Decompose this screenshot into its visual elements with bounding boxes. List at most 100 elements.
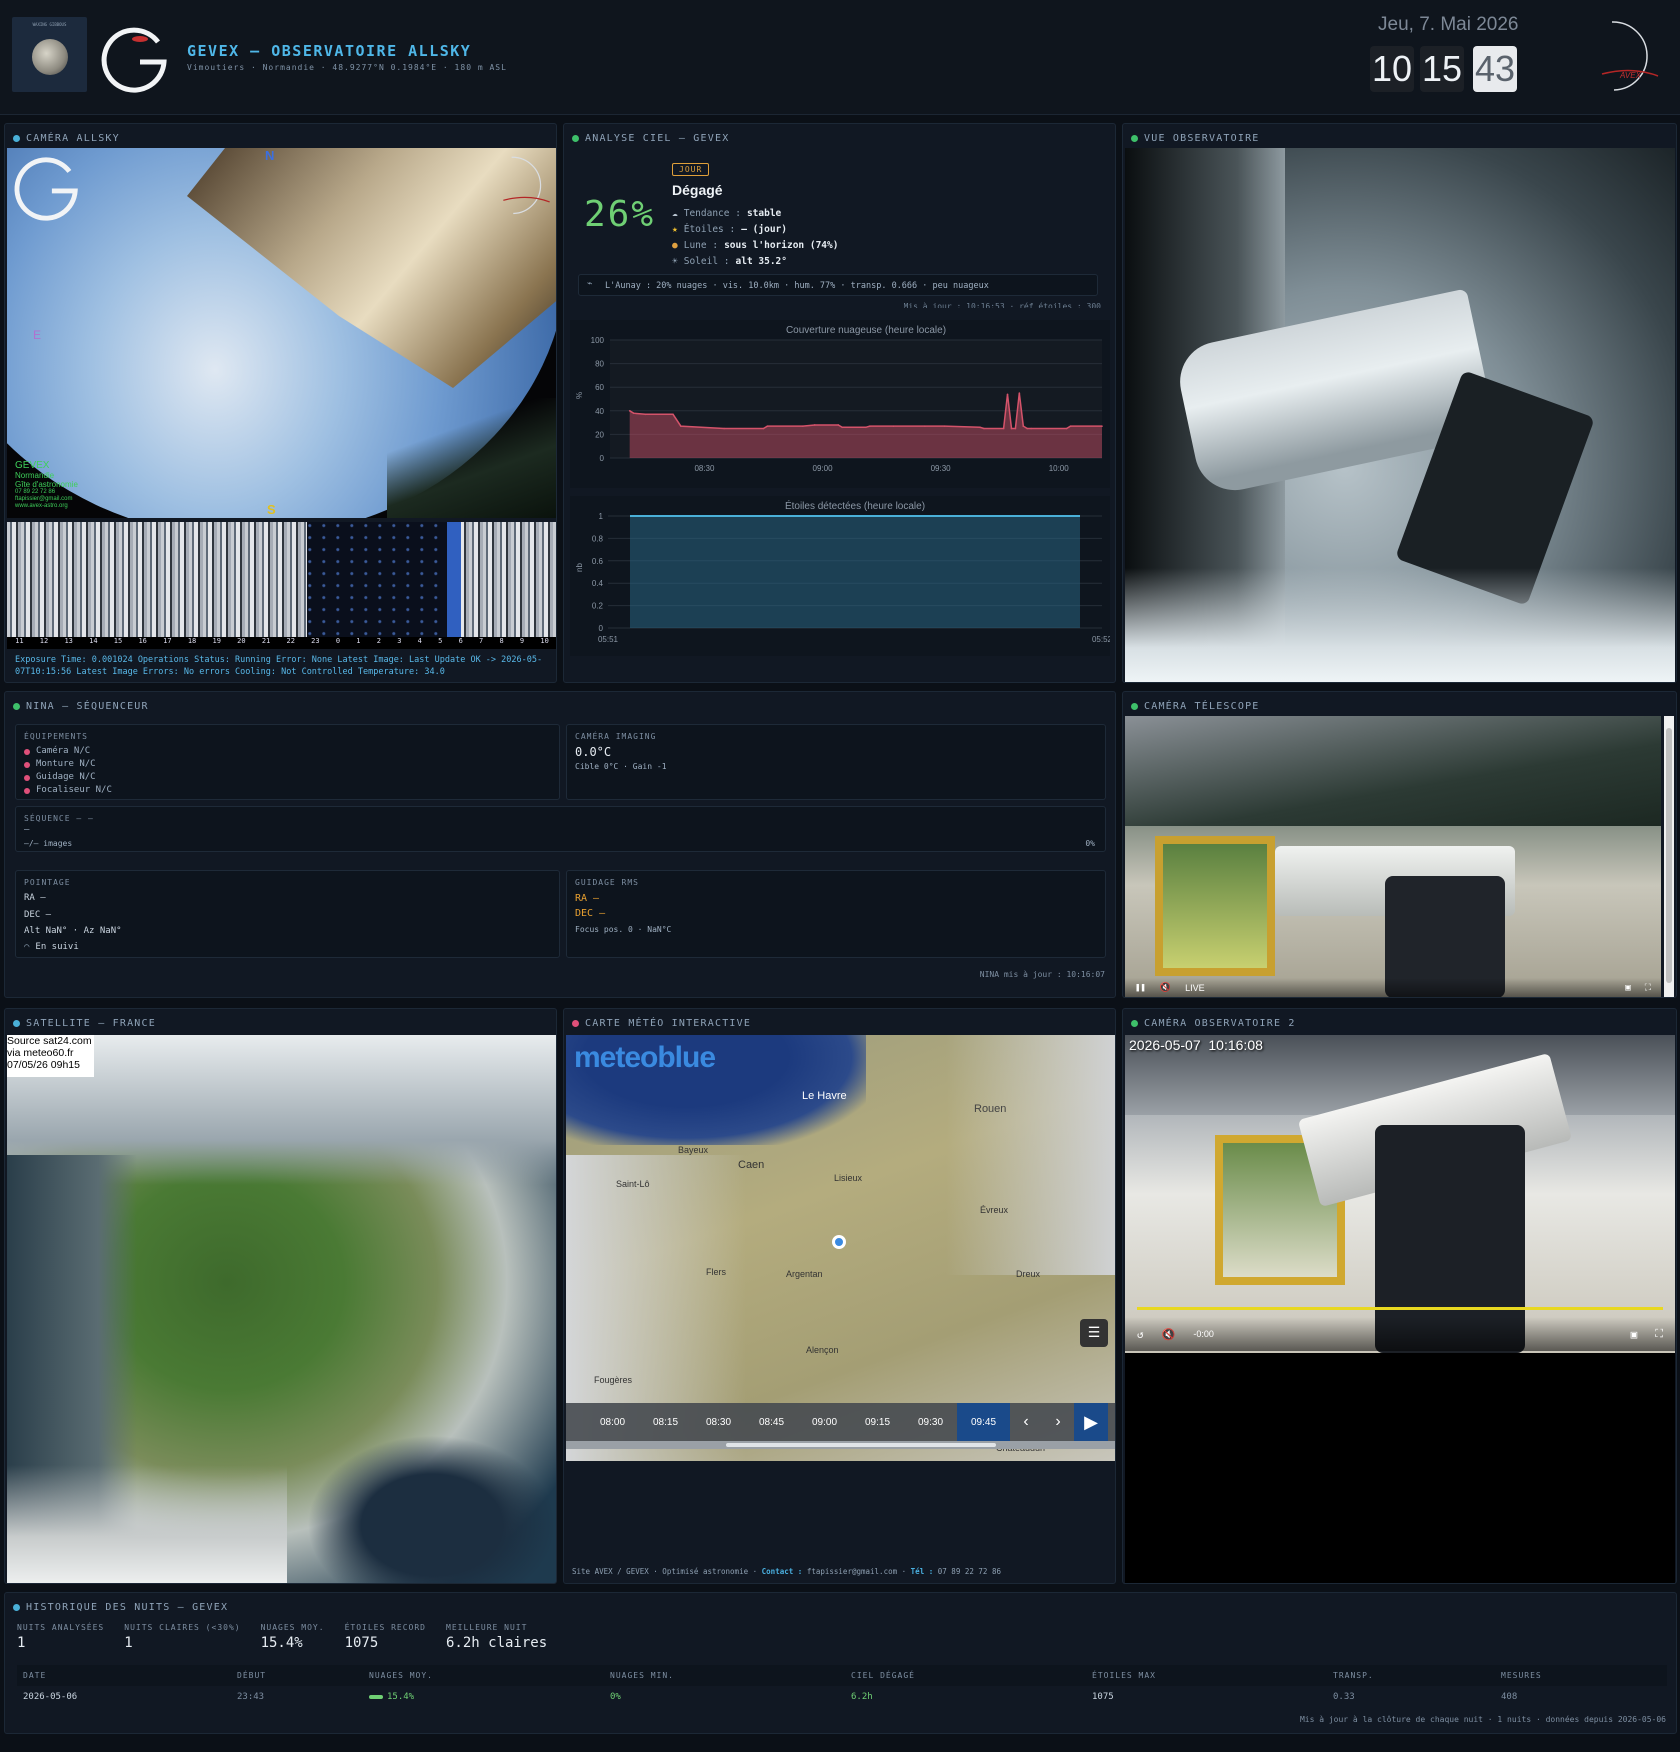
map-menu-button[interactable]: ☰ xyxy=(1080,1319,1108,1347)
app-header: WAXING GIBBOUS GEVEX — OBSERVATOIRE ALLS… xyxy=(0,0,1680,115)
compass-south: S xyxy=(267,502,276,517)
stars-detected-chart[interactable]: Étoiles détectées (heure locale) 0 0.2 0.4 0… xyxy=(570,496,1113,656)
nina-title-text: NINA — SÉQUENCEUR xyxy=(26,700,149,712)
overlay-line: GEVEX xyxy=(15,460,50,471)
timeline-slot[interactable]: 09:15 xyxy=(851,1403,904,1441)
history-panel: HISTORIQUE DES NUITS — GEVEX NUITS ANALY… xyxy=(4,1592,1677,1734)
telescope-video[interactable]: ❚❚ 🔇 LIVE ▣ ⛶ xyxy=(1125,716,1661,997)
south-clouds xyxy=(7,1465,287,1583)
keogram-hour-label: 20 xyxy=(237,637,246,645)
cell-cloud-min: 0% xyxy=(610,1692,621,1702)
cloud-cover-chart[interactable]: Couverture nuageuse (heure locale) 0 20 40 6… xyxy=(570,320,1110,488)
trees-silhouette xyxy=(387,398,556,518)
y-tick-label: 60 xyxy=(595,383,604,392)
fullscreen-icon[interactable]: ⛶ xyxy=(1655,1327,1663,1341)
prev-icon[interactable]: ‹ xyxy=(1010,1403,1042,1441)
sky-detail-sun: ☀ Soleil : alt 35.2° xyxy=(672,254,838,270)
replay-icon[interactable]: ↺ xyxy=(1137,1328,1144,1341)
cell-clear: 6.2h xyxy=(851,1692,873,1702)
telescope-title-text: CAMÉRA TÉLESCOPE xyxy=(1144,700,1260,712)
data-point xyxy=(979,426,981,429)
y-tick-label: 100 xyxy=(591,336,605,345)
timeline-slot[interactable]: 08:00 xyxy=(586,1403,639,1441)
fullscreen-icon[interactable]: ⛶ xyxy=(1645,983,1651,993)
table-row[interactable]: 2026-05-06 23:43 15.4% 0% 6.2h 1075 0.33… xyxy=(17,1686,1667,1708)
observatory-feed[interactable] xyxy=(1125,148,1675,682)
detail-label: Lune : xyxy=(683,240,719,251)
y-axis-label: nb xyxy=(575,563,584,572)
city-flers: Flers xyxy=(706,1267,726,1277)
timeline-slot[interactable]: 08:45 xyxy=(745,1403,798,1441)
nina-pointing-card: POINTAGE RA — DEC — Alt NaN° · Az NaN° ⌒… xyxy=(15,870,560,958)
video-progress-bar[interactable] xyxy=(1137,1307,1663,1310)
col-cloud-avg[interactable]: NUAGES MOY. xyxy=(363,1665,604,1686)
equipment-text: Caméra N/C xyxy=(36,746,91,756)
col-start[interactable]: DÉBUT xyxy=(231,1665,363,1686)
timeline-slot[interactable]: 09:45 xyxy=(957,1403,1010,1441)
mute-icon[interactable]: 🔇 xyxy=(1162,1328,1176,1341)
col-stars-max[interactable]: ÉTOILES MAX xyxy=(1086,1665,1327,1686)
timeline-slot[interactable]: 08:30 xyxy=(692,1403,745,1441)
keogram-strip[interactable] xyxy=(7,522,556,637)
weather-map[interactable]: meteoblue Le Havre Rouen Bayeux Caen Lis… xyxy=(566,1035,1115,1461)
scrollbar[interactable] xyxy=(1664,716,1674,997)
col-clear[interactable]: CIEL DÉGAGÉ xyxy=(845,1665,1086,1686)
allsky-image[interactable]: N S E GEVEX Normandie Gîte d'astronomie … xyxy=(7,148,556,518)
city-bayeux: Bayeux xyxy=(678,1145,709,1155)
pause-icon[interactable]: ❚❚ xyxy=(1135,983,1146,993)
satellite-image[interactable]: Source sat24.com via meteo60.fr 07/05/26… xyxy=(7,1035,556,1583)
timeline-slot[interactable]: 09:30 xyxy=(904,1403,957,1441)
keogram-dawn xyxy=(447,522,461,637)
col-cloud-min[interactable]: NUAGES MIN. xyxy=(604,1665,845,1686)
allsky-status-line: Exposure Time: 0.001024 Operations Statu… xyxy=(15,655,543,677)
cell-stars-max: 1075 xyxy=(1092,1692,1114,1702)
data-point xyxy=(1018,392,1021,394)
telescope-camera-panel: CAMÉRA TÉLESCOPE ❚❚ 🔇 LIVE ▣ ⛶ xyxy=(1122,691,1677,998)
status-dot-icon xyxy=(1131,702,1138,710)
data-point xyxy=(672,413,674,416)
pip-icon[interactable]: ▣ xyxy=(1625,983,1630,993)
keogram-hour-label: 0 xyxy=(335,637,341,645)
footer-tel-label: Tél : xyxy=(910,1567,934,1576)
status-dot-icon xyxy=(13,1603,20,1611)
status-dot-icon xyxy=(572,134,579,142)
compass-north: N xyxy=(265,148,275,163)
clock-seconds: 43 xyxy=(1473,46,1517,92)
mute-icon[interactable]: 🔇 xyxy=(1160,983,1171,993)
timeline-slot[interactable]: 08:15 xyxy=(639,1403,692,1441)
map-timeline: 08:00 08:15 08:30 08:45 09:00 09:15 09:30 09:45… xyxy=(566,1403,1115,1441)
location-marker-icon[interactable] xyxy=(832,1235,846,1249)
chart-title: Étoiles détectées (heure locale) xyxy=(785,499,925,512)
disconnected-icon xyxy=(24,761,30,768)
keogram-night xyxy=(307,522,447,637)
nina-panel: NINA — SÉQUENCEUR ÉQUIPEMENTS Caméra N/C… xyxy=(4,691,1116,998)
footer-contact-link[interactable]: ftapissier@gmail.com xyxy=(807,1567,897,1576)
weather-line: L'Aunay : 20% nuages · vis. 10.0km · hum… xyxy=(605,281,989,291)
data-point xyxy=(813,424,816,426)
pip-icon[interactable]: ▣ xyxy=(1631,1328,1638,1341)
play-icon[interactable]: ▶ xyxy=(1074,1403,1108,1441)
stat-label: MEILLEURE NUIT xyxy=(446,1623,528,1632)
timeline-scrollbar[interactable] xyxy=(566,1441,1115,1449)
col-transp[interactable]: TRANSP. xyxy=(1327,1665,1495,1686)
cloud-percent: 26% xyxy=(584,194,656,235)
observatory2-video[interactable]: 2026-05-07 10:16:08 ↺ 🔇 -0:00 ▣ ⛶ xyxy=(1125,1035,1675,1353)
chart-title: Couverture nuageuse (heure locale) xyxy=(786,325,946,336)
detail-value: alt 35.2° xyxy=(735,256,787,267)
col-date[interactable]: DATE xyxy=(17,1665,231,1686)
detail-value: stable xyxy=(746,208,782,219)
col-measures[interactable]: MESURES xyxy=(1495,1665,1667,1686)
equipment-item-focuser: Focaliseur N/C xyxy=(24,784,112,797)
sky-details-list: ☁ Tendance : stable ★ Étoiles : — (jour) ● Lu… xyxy=(672,206,838,270)
sun-icon: ☀ xyxy=(672,256,678,267)
satellite-title-text: SATELLITE — FRANCE xyxy=(26,1017,156,1029)
scrollbar-thumb[interactable] xyxy=(1666,728,1672,983)
x-tick-label: 05:52 xyxy=(1092,635,1110,644)
timeline-slot[interactable]: 09:00 xyxy=(798,1403,851,1441)
next-icon[interactable]: › xyxy=(1042,1403,1074,1441)
timeline-scroll-thumb[interactable] xyxy=(726,1443,996,1447)
history-table: DATE DÉBUT NUAGES MOY. NUAGES MIN. CIEL … xyxy=(17,1665,1667,1708)
overlay-line: ftapissier@gmail.com xyxy=(15,496,73,502)
source-line: Source sat24.com xyxy=(7,1035,92,1047)
city-rouen: Rouen xyxy=(974,1103,1007,1115)
